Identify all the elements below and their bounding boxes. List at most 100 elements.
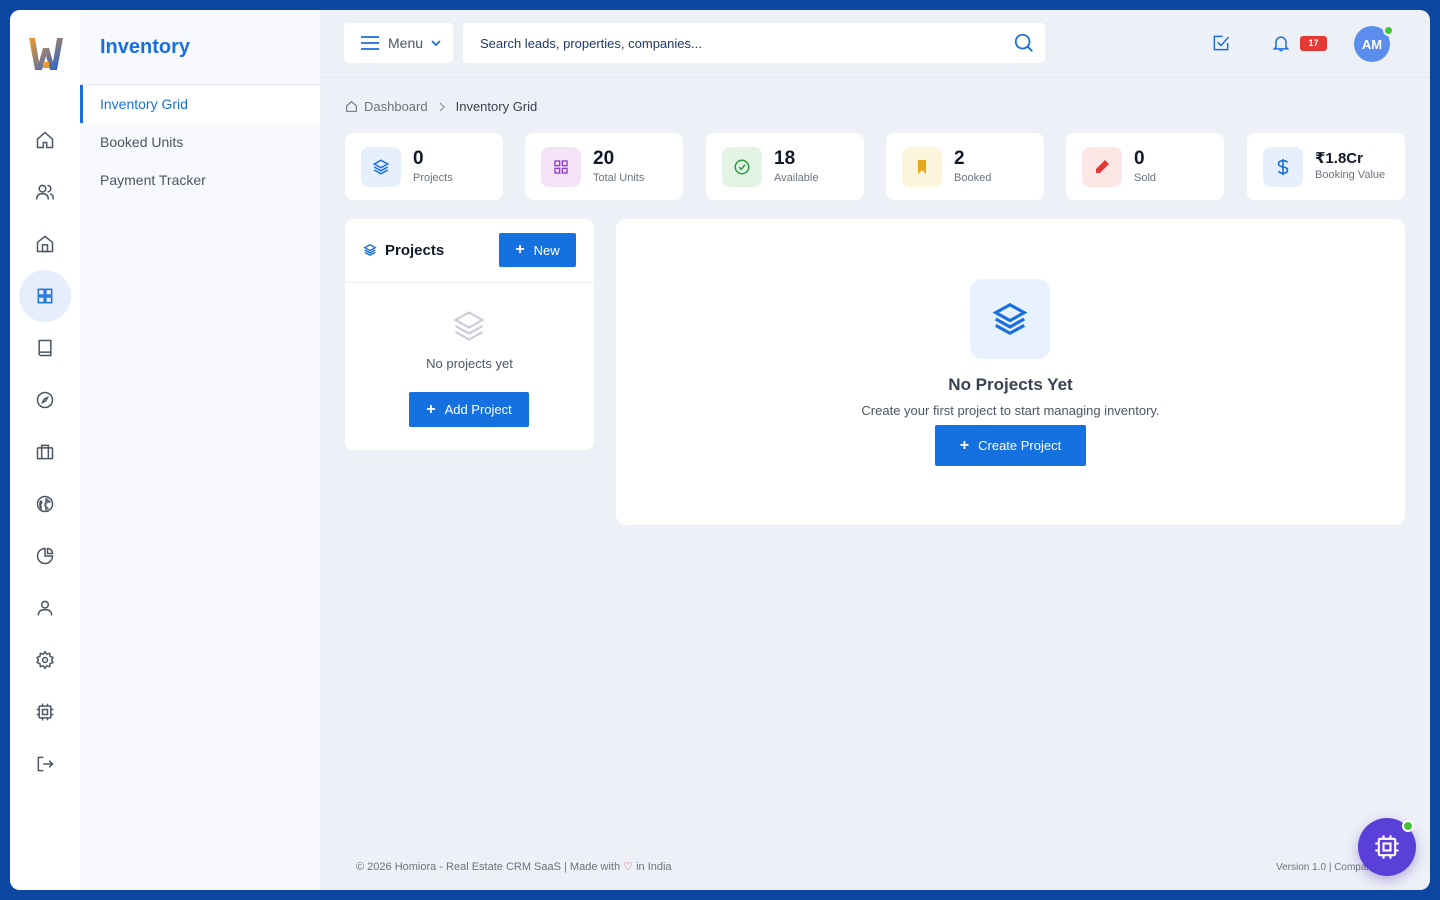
add-project-button-label: Add Project bbox=[444, 402, 512, 417]
grid-icon bbox=[541, 147, 581, 187]
footer-text-after: in India bbox=[636, 861, 672, 873]
online-status-dot bbox=[1383, 25, 1394, 36]
stat-value: 2 bbox=[954, 148, 965, 169]
online-status-dot bbox=[1402, 820, 1414, 832]
empty-state-subtitle: Create your first project to start manag… bbox=[861, 403, 1160, 418]
users-icon bbox=[35, 184, 55, 200]
nav-profile[interactable] bbox=[19, 582, 71, 634]
nav-companies[interactable] bbox=[19, 426, 71, 478]
empty-state-card: No Projects Yet Create your first projec… bbox=[616, 219, 1405, 525]
breadcrumb-current: Inventory Grid bbox=[455, 99, 538, 114]
stat-label: Booking Value bbox=[1315, 169, 1386, 181]
stat-value: 0 bbox=[1134, 148, 1145, 169]
stat-card-total-units: 20 Total Units bbox=[525, 133, 683, 200]
briefcase-icon bbox=[36, 444, 54, 460]
chip-icon bbox=[36, 703, 54, 721]
subnav-item-inventory-grid[interactable]: Inventory Grid bbox=[80, 85, 320, 123]
stat-label: Total Units bbox=[593, 172, 645, 184]
plus-icon: + bbox=[426, 400, 436, 418]
footer-version: Version 1.0 | Compan bbox=[1276, 862, 1372, 873]
inventory-subnav: Inventory Inventory Grid Booked Units Pa… bbox=[80, 10, 320, 890]
chevron-down-icon bbox=[431, 39, 441, 46]
layers-icon bbox=[970, 279, 1050, 359]
nav-settings[interactable] bbox=[19, 634, 71, 686]
hamburger-icon bbox=[361, 36, 379, 50]
home-icon bbox=[36, 131, 54, 149]
new-project-button-label: New bbox=[533, 242, 560, 258]
footer-text-before: © 2026 Homiora - Real Estate CRM SaaS | … bbox=[356, 861, 621, 873]
breadcrumb: Dashboard Inventory Grid bbox=[345, 99, 537, 114]
tasks-check-icon[interactable] bbox=[1211, 33, 1231, 53]
logout-icon bbox=[37, 756, 54, 772]
stat-card-projects: 0 Projects bbox=[345, 133, 503, 200]
property-icon bbox=[36, 235, 54, 253]
subnav-item-booked-units[interactable]: Booked Units bbox=[80, 123, 320, 161]
layers-icon bbox=[363, 243, 377, 257]
add-project-button[interactable]: + Add Project bbox=[409, 392, 529, 427]
projects-empty-text: No projects yet bbox=[426, 356, 513, 371]
projects-panel: Projects + New No projects yet + Add Pro… bbox=[345, 219, 594, 450]
grid-icon bbox=[37, 288, 53, 304]
user-icon bbox=[37, 600, 53, 616]
book-icon bbox=[38, 339, 52, 357]
nav-home[interactable] bbox=[19, 114, 71, 166]
stat-value: ₹1.8Cr bbox=[1315, 150, 1363, 167]
stat-card-booked: 2 Booked bbox=[886, 133, 1044, 200]
projects-panel-header: Projects + New bbox=[345, 219, 594, 283]
menu-label: Menu bbox=[388, 35, 424, 51]
gear-icon bbox=[36, 650, 54, 670]
stat-value: 18 bbox=[774, 148, 796, 169]
stat-label: Sold bbox=[1134, 172, 1157, 184]
nav-bookings[interactable] bbox=[19, 322, 71, 374]
icon-rail bbox=[10, 10, 80, 890]
homiora-logo[interactable] bbox=[27, 34, 65, 72]
subnav-item-payment-tracker[interactable]: Payment Tracker bbox=[80, 161, 320, 199]
search-icon[interactable] bbox=[1013, 32, 1035, 54]
bookmark-icon bbox=[902, 147, 942, 187]
notification-badge: 17 bbox=[1300, 36, 1327, 51]
chevron-right-icon bbox=[439, 101, 445, 112]
layers-icon bbox=[453, 311, 485, 341]
search-input[interactable] bbox=[480, 35, 1000, 51]
nav-logout[interactable] bbox=[19, 738, 71, 790]
pen-icon bbox=[1082, 147, 1122, 187]
subnav-title: Inventory bbox=[100, 36, 191, 58]
plus-icon: + bbox=[515, 241, 525, 258]
home-icon bbox=[346, 100, 357, 112]
nav-properties[interactable] bbox=[19, 218, 71, 270]
new-project-button[interactable]: + New bbox=[499, 233, 576, 267]
breadcrumb-dashboard-link[interactable]: Dashboard bbox=[364, 99, 428, 114]
check-circle-icon bbox=[722, 147, 762, 187]
nav-website[interactable] bbox=[19, 478, 71, 530]
chip-icon bbox=[1375, 835, 1399, 859]
nav-explore[interactable] bbox=[19, 374, 71, 426]
projects-panel-title: Projects bbox=[385, 242, 445, 259]
stat-label: Booked bbox=[954, 172, 992, 184]
layers-icon bbox=[361, 147, 401, 187]
menu-button[interactable]: Menu bbox=[344, 23, 453, 63]
stat-card-available: 18 Available bbox=[706, 133, 864, 200]
stat-label: Available bbox=[774, 172, 819, 184]
empty-state-title: No Projects Yet bbox=[948, 375, 1073, 394]
nav-leads[interactable] bbox=[19, 166, 71, 218]
stat-card-sold: 0 Sold bbox=[1066, 133, 1224, 200]
heart-icon: ♡ bbox=[623, 861, 634, 873]
nav-inventory[interactable] bbox=[19, 270, 71, 322]
nav-reports[interactable] bbox=[19, 530, 71, 582]
app-window: Inventory Inventory Grid Booked Units Pa… bbox=[10, 10, 1430, 890]
compass-icon bbox=[36, 391, 54, 409]
nav-ai[interactable] bbox=[19, 686, 71, 738]
search-bar bbox=[463, 23, 1045, 63]
footer-copyright: © 2026 Homiora - Real Estate CRM SaaS | … bbox=[356, 860, 672, 873]
plus-icon: + bbox=[959, 436, 970, 454]
stat-card-booking-value: ₹1.8Cr Booking Value bbox=[1247, 133, 1405, 200]
stat-value: 0 bbox=[413, 148, 424, 169]
dollar-icon bbox=[1263, 147, 1303, 187]
pie-chart-icon bbox=[36, 547, 54, 565]
create-project-button-label: Create Project bbox=[978, 438, 1062, 453]
globe-icon bbox=[36, 495, 54, 513]
stat-label: Projects bbox=[413, 172, 453, 184]
bell-icon[interactable] bbox=[1271, 33, 1291, 53]
top-bar: Menu 17 AM bbox=[320, 10, 1430, 78]
create-project-button[interactable]: + Create Project bbox=[935, 425, 1086, 466]
